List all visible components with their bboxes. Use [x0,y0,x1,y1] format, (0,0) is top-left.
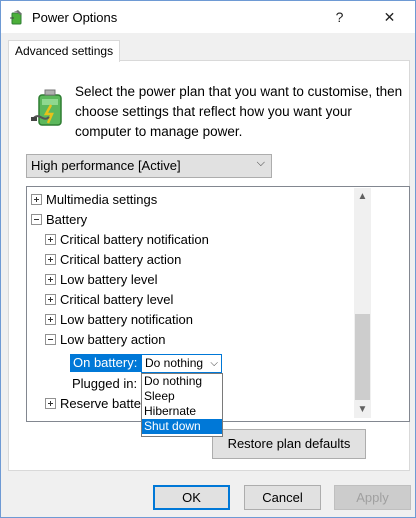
tree-item-label: Low battery action [60,332,166,347]
tree-item-low-battery-level[interactable]: Low battery level [45,270,158,290]
on-battery-label[interactable]: On battery: [70,354,142,372]
intro-text: Select the power plan that you want to c… [75,84,403,139]
close-button[interactable]: ✕ [367,1,412,33]
option-hibernate[interactable]: Hibernate [142,404,222,419]
tree-item-label: Critical battery notification [60,232,209,247]
tree-item-label: Reserve batter [60,396,146,411]
option-do-nothing[interactable]: Do nothing [142,374,222,389]
tree-item-label: Low battery notification [60,312,193,327]
battery-power-plan-icon [31,89,62,126]
scroll-down-arrow-icon[interactable]: ▼ [354,401,371,418]
expand-plus-icon[interactable] [45,234,56,246]
tree-item-low-battery-notification[interactable]: Low battery notification [45,310,193,330]
help-button[interactable]: ? [317,1,362,33]
tree-item-multimedia-settings[interactable]: Multimedia settings [31,190,157,210]
tree-item-critical-battery-action[interactable]: Critical battery action [45,250,181,270]
window-title: Power Options [32,10,118,25]
chevron-down-icon: ⌵ [210,358,218,369]
option-shut-down[interactable]: Shut down [142,419,222,434]
option-sleep[interactable]: Sleep [142,389,222,404]
tree-item-label: Critical battery action [60,252,182,267]
tree-item-critical-battery-level[interactable]: Critical battery level [45,290,173,310]
title-bar: Power Options ? ✕ [1,1,415,33]
restore-plan-defaults-button[interactable]: Restore plan defaults [212,429,366,459]
scrollbar-thumb[interactable] [355,314,370,400]
tree-scrollbar[interactable]: ▲ ▼ [354,188,371,418]
tree-item-label: Multimedia settings [46,192,158,207]
collapse-minus-icon[interactable] [45,334,56,346]
tree-item-label: Battery [46,212,88,227]
power-options-battery-icon [10,10,22,25]
tree-item-critical-battery-notification[interactable]: Critical battery notification [45,230,209,250]
on-battery-select[interactable]: Do nothing ⌵ [141,354,222,373]
tree-item-label: Critical battery level [60,292,174,307]
apply-button: Apply [334,485,411,510]
tree-item-reserve-battery[interactable]: Reserve batter [45,394,145,414]
power-options-window: Power Options ? ✕ Advanced settings Sele… [0,0,416,518]
expand-plus-icon[interactable] [31,194,42,206]
expand-plus-icon[interactable] [45,398,56,410]
power-plan-select[interactable]: High performance [Active] ⌵ [26,154,272,178]
power-plan-value: High performance [Active] [31,158,181,173]
expand-plus-icon[interactable] [45,294,56,306]
expand-plus-icon[interactable] [45,274,56,286]
plugged-in-label[interactable]: Plugged in: [72,374,137,394]
scroll-up-arrow-icon[interactable]: ▲ [354,188,371,205]
expand-plus-icon[interactable] [45,254,56,266]
expand-plus-icon[interactable] [45,314,56,326]
on-battery-value: Do nothing [145,356,204,370]
chevron-down-icon: ⌵ [256,157,265,169]
on-battery-options-list[interactable]: Do nothing Sleep Hibernate Shut down [141,373,223,437]
cancel-button[interactable]: Cancel [244,485,321,510]
ok-button[interactable]: OK [153,485,230,510]
tree-item-label: Low battery level [60,272,158,287]
tree-item-low-battery-action[interactable]: Low battery action [45,330,166,350]
collapse-minus-icon[interactable] [31,214,42,226]
tree-item-battery[interactable]: Battery [31,210,87,230]
tab-advanced-settings[interactable]: Advanced settings [8,40,121,62]
